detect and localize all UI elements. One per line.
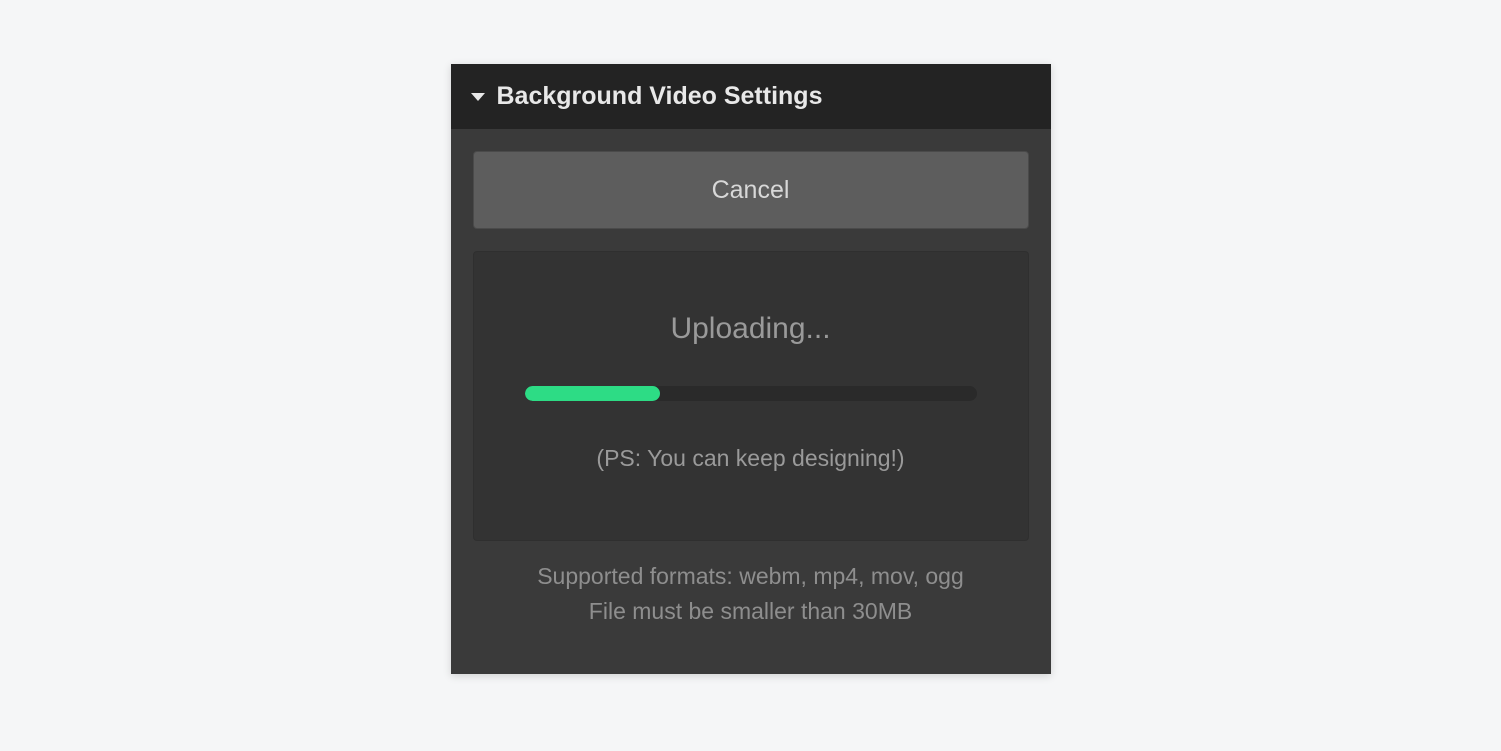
cancel-button-label: Cancel (712, 176, 790, 205)
cancel-button[interactable]: Cancel (473, 151, 1029, 229)
panel-footer: Supported formats: webm, mp4, mov, ogg F… (473, 541, 1029, 652)
background-video-settings-panel: Background Video Settings Cancel Uploadi… (451, 64, 1051, 674)
upload-status-text: Uploading... (670, 312, 830, 346)
file-size-limit-text: File must be smaller than 30MB (493, 594, 1009, 629)
panel-body: Cancel Uploading... (PS: You can keep de… (451, 129, 1051, 674)
upload-progress-fill (525, 386, 661, 401)
upload-hint-text: (PS: You can keep designing!) (596, 445, 904, 472)
upload-progress-bar (525, 386, 977, 401)
panel-title: Background Video Settings (497, 82, 823, 111)
collapse-triangle-icon (471, 93, 485, 101)
supported-formats-text: Supported formats: webm, mp4, mov, ogg (493, 559, 1009, 594)
panel-header[interactable]: Background Video Settings (451, 64, 1051, 129)
upload-status-box: Uploading... (PS: You can keep designing… (473, 251, 1029, 541)
